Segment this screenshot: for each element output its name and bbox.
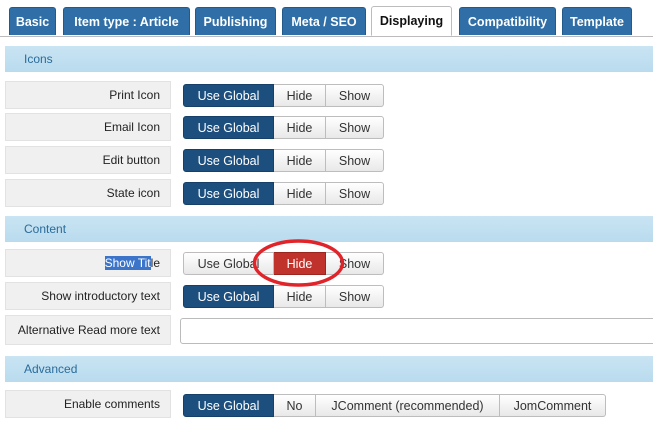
show-title-label-rest-text: le	[150, 256, 160, 270]
email-icon-toggle: Use Global Hide Show	[183, 116, 384, 139]
show-title-label: Show Tit le	[5, 249, 171, 277]
section-content-header: Content	[5, 216, 653, 242]
show-title-toggle: Use Global Hide Show	[183, 252, 384, 275]
email-icon-use-global-button[interactable]: Use Global	[183, 116, 274, 139]
show-title-label-selected-text: Show Tit	[104, 256, 151, 270]
enable-comments-label: Enable comments	[5, 390, 171, 418]
state-icon-hide-button[interactable]: Hide	[274, 182, 326, 205]
email-icon-show-button[interactable]: Show	[326, 116, 384, 139]
show-title-hide-button[interactable]: Hide	[274, 252, 326, 275]
show-intro-use-global-button[interactable]: Use Global	[183, 285, 274, 308]
show-intro-show-button[interactable]: Show	[326, 285, 384, 308]
email-icon-hide-button[interactable]: Hide	[274, 116, 326, 139]
state-icon-toggle: Use Global Hide Show	[183, 182, 384, 205]
show-title-use-global-button[interactable]: Use Global	[183, 252, 274, 275]
print-icon-use-global-button[interactable]: Use Global	[183, 84, 274, 107]
edit-button-show-button[interactable]: Show	[326, 149, 384, 172]
state-icon-label: State icon	[5, 179, 171, 207]
alt-readmore-label: Alternative Read more text	[5, 315, 171, 345]
state-icon-use-global-button[interactable]: Use Global	[183, 182, 274, 205]
show-intro-label: Show introductory text	[5, 282, 171, 310]
enable-comments-no-button[interactable]: No	[274, 394, 316, 417]
show-intro-toggle: Use Global Hide Show	[183, 285, 384, 308]
tab-compatibility[interactable]: Compatibility	[459, 7, 556, 35]
print-icon-label: Print Icon	[5, 81, 171, 109]
tab-basic[interactable]: Basic	[9, 7, 56, 35]
edit-button-label: Edit button	[5, 146, 171, 174]
tab-bar: Basic Item type : Article Publishing Met…	[0, 0, 653, 37]
tab-displaying[interactable]: Displaying	[371, 6, 452, 36]
enable-comments-jomcomment-button[interactable]: JomComment	[500, 394, 606, 417]
edit-button-toggle: Use Global Hide Show	[183, 149, 384, 172]
print-icon-show-button[interactable]: Show	[326, 84, 384, 107]
email-icon-label: Email Icon	[5, 113, 171, 141]
tab-item-type[interactable]: Item type : Article	[63, 7, 190, 35]
section-icons-header: Icons	[5, 46, 653, 72]
alt-readmore-input[interactable]	[180, 318, 653, 344]
state-icon-show-button[interactable]: Show	[326, 182, 384, 205]
enable-comments-jcomment-button[interactable]: JComment (recommended)	[316, 394, 500, 417]
enable-comments-use-global-button[interactable]: Use Global	[183, 394, 274, 417]
show-intro-hide-button[interactable]: Hide	[274, 285, 326, 308]
show-title-show-button[interactable]: Show	[326, 252, 384, 275]
section-advanced-header: Advanced	[5, 356, 653, 382]
tab-publishing[interactable]: Publishing	[195, 7, 276, 35]
tab-template[interactable]: Template	[562, 7, 632, 35]
edit-button-use-global-button[interactable]: Use Global	[183, 149, 274, 172]
print-icon-toggle: Use Global Hide Show	[183, 84, 384, 107]
tab-meta-seo[interactable]: Meta / SEO	[282, 7, 366, 35]
enable-comments-toggle: Use Global No JComment (recommended) Jom…	[183, 394, 606, 417]
edit-button-hide-button[interactable]: Hide	[274, 149, 326, 172]
print-icon-hide-button[interactable]: Hide	[274, 84, 326, 107]
